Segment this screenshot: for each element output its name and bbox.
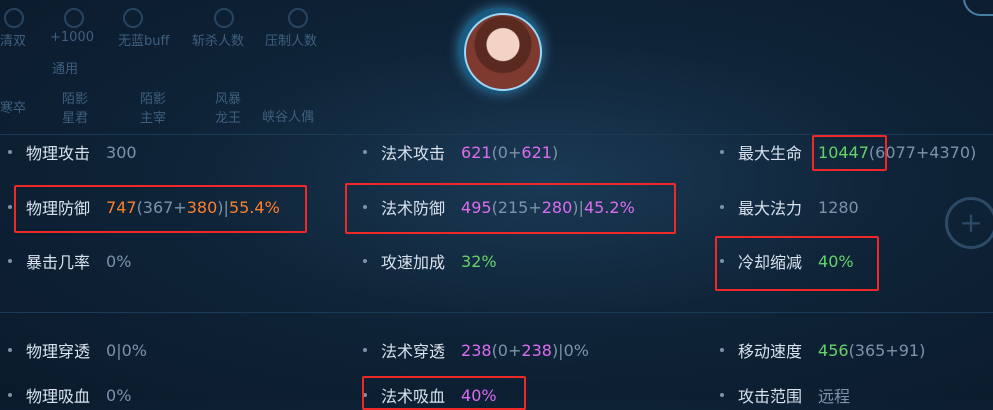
stat-value: (365+91)	[848, 340, 926, 360]
stat-row: 冷却缩减 40%	[720, 246, 854, 276]
divider	[0, 134, 993, 135]
stat-value: 0|0%	[106, 340, 147, 360]
stat-value: )|0%	[551, 340, 589, 360]
stat-value: 10447	[818, 142, 869, 162]
faded-shield-icon	[4, 8, 24, 28]
stat-row: 物理防御 747 (367+ 380)| 55.4%	[8, 192, 280, 222]
stat-value: )	[551, 142, 559, 162]
bullet-dot-icon	[363, 393, 367, 397]
bullet-dot-icon	[363, 348, 367, 352]
stat-value: 0%	[106, 385, 132, 405]
stat-value: 495	[461, 197, 492, 217]
faded-sword-icon	[288, 8, 308, 28]
stat-label: 移动速度	[738, 342, 803, 361]
bullet-dot-icon	[8, 393, 12, 397]
stat-value: 55.4%	[228, 197, 280, 217]
faded-crown-icon	[123, 8, 143, 28]
stat-label: 物理攻击	[26, 144, 91, 163]
stat-value: 1280	[818, 197, 859, 217]
faded-label: 陌影 主宰	[140, 92, 167, 126]
stat-row: 最大生命 10447 (6077+4370)	[720, 137, 976, 167]
bullet-dot-icon	[363, 259, 367, 263]
stat-value: 32%	[461, 251, 497, 271]
stat-value: 300	[106, 142, 137, 162]
faded-label: 斩杀人数	[192, 34, 245, 49]
stat-value: (215+	[491, 197, 542, 217]
faded-label: 通用	[52, 62, 79, 77]
bullet-dot-icon	[363, 150, 367, 154]
stat-label: 法术攻击	[381, 144, 446, 163]
stat-label: 法术吸血	[381, 387, 446, 406]
bullet-dot-icon	[8, 348, 12, 352]
bullet-dot-icon	[8, 205, 12, 209]
stat-row: 法术防御 495 (215+ 280)| 45.2%	[363, 192, 635, 222]
hero-portrait	[464, 13, 542, 91]
faded-label: 清双	[0, 34, 27, 49]
stat-label: 最大生命	[738, 144, 803, 163]
bullet-dot-icon	[8, 150, 12, 154]
stat-label: 法术防御	[381, 199, 446, 218]
stat-value: 747	[106, 197, 137, 217]
bullet-dot-icon	[720, 205, 724, 209]
close-corner-icon[interactable]	[963, 0, 993, 16]
stat-label: 物理吸血	[26, 387, 91, 406]
stat-row: 攻击范围 远程	[720, 380, 850, 410]
faded-skull-icon	[214, 8, 234, 28]
stat-value: 456	[818, 340, 849, 360]
stat-value: 0%	[106, 251, 132, 271]
stat-value: 621	[521, 142, 552, 162]
bullet-dot-icon	[720, 393, 724, 397]
stat-value: 45.2%	[583, 197, 635, 217]
stat-label: 暴击几率	[26, 253, 91, 272]
faded-label: 陌影 星君	[62, 92, 89, 126]
stat-row: 移动速度 456 (365+91)	[720, 335, 925, 365]
stat-value: 40%	[461, 385, 497, 405]
stat-row: 最大法力 1280	[720, 192, 859, 222]
stat-label: 攻击范围	[738, 387, 803, 406]
stat-label: 攻速加成	[381, 253, 446, 272]
plus-circle-icon[interactable]: +	[945, 197, 993, 249]
stat-value: (0+	[491, 340, 522, 360]
stat-row: 暴击几率 0%	[8, 246, 131, 276]
bullet-dot-icon	[720, 150, 724, 154]
stat-row: 物理攻击 300	[8, 137, 137, 167]
bullet-dot-icon	[363, 205, 367, 209]
stat-row: 物理穿透 0|0%	[8, 335, 147, 365]
faded-coin-icon	[64, 8, 84, 28]
stat-row: 法术穿透 238 (0+ 238)|0%	[363, 335, 589, 365]
faded-label: 风暴 龙王	[215, 92, 242, 126]
faded-label: 寒卒	[0, 101, 27, 116]
stat-row: 攻速加成 32%	[363, 246, 497, 276]
bullet-dot-icon	[720, 348, 724, 352]
faded-label: +1000	[50, 30, 94, 45]
stat-value: 380	[186, 197, 218, 217]
hero-avatar-icon[interactable]	[458, 7, 544, 93]
stat-value: 621	[461, 142, 492, 162]
stat-label: 最大法力	[738, 199, 803, 218]
stat-value: 238	[461, 340, 492, 360]
stat-value: 238	[521, 340, 552, 360]
stat-value: 40%	[818, 251, 854, 271]
faded-label: 压制人数	[265, 34, 318, 49]
stat-label: 物理穿透	[26, 342, 91, 361]
stat-label: 物理防御	[26, 199, 91, 218]
stat-row: 物理吸血 0%	[8, 380, 131, 410]
stat-value: )|	[217, 197, 229, 217]
stat-value: (367+	[136, 197, 187, 217]
stat-value: 280	[541, 197, 573, 217]
stat-value: 远程	[818, 387, 851, 406]
stat-value: (0+	[491, 142, 522, 162]
stat-label: 冷却缩减	[738, 253, 803, 272]
stat-value: (6077+4370)	[868, 142, 977, 162]
divider	[0, 312, 993, 313]
bullet-dot-icon	[8, 259, 12, 263]
stat-value: )|	[572, 197, 584, 217]
faded-label: 无蓝buff	[118, 34, 170, 49]
stat-row: 法术吸血 40%	[363, 380, 497, 410]
stat-label: 法术穿透	[381, 342, 446, 361]
bullet-dot-icon	[720, 259, 724, 263]
faded-label: 峡谷人偶	[262, 110, 315, 125]
stat-row: 法术攻击 621 (0+ 621)	[363, 137, 558, 167]
